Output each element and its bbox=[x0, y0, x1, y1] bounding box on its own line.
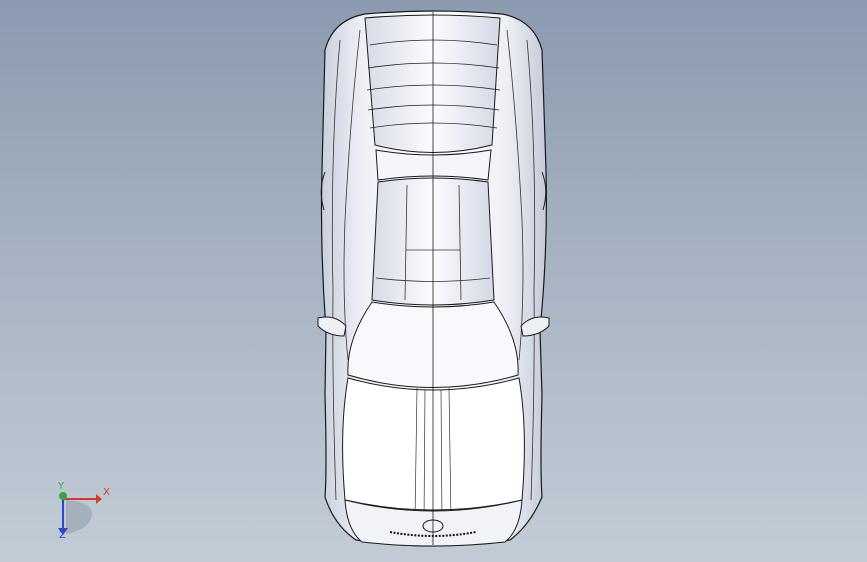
rear-deck bbox=[364, 14, 501, 153]
y-axis-dot bbox=[59, 492, 67, 500]
hood bbox=[342, 377, 525, 511]
x-axis-label: X bbox=[103, 487, 110, 498]
car-model[interactable] bbox=[0, 0, 867, 562]
coordinate-triad: X Y Z bbox=[46, 482, 116, 544]
rear-window bbox=[375, 149, 492, 181]
y-axis-label: Y bbox=[58, 481, 65, 492]
z-axis-label: Z bbox=[59, 530, 66, 541]
graphics-viewport[interactable]: X Y Z bbox=[0, 0, 867, 562]
